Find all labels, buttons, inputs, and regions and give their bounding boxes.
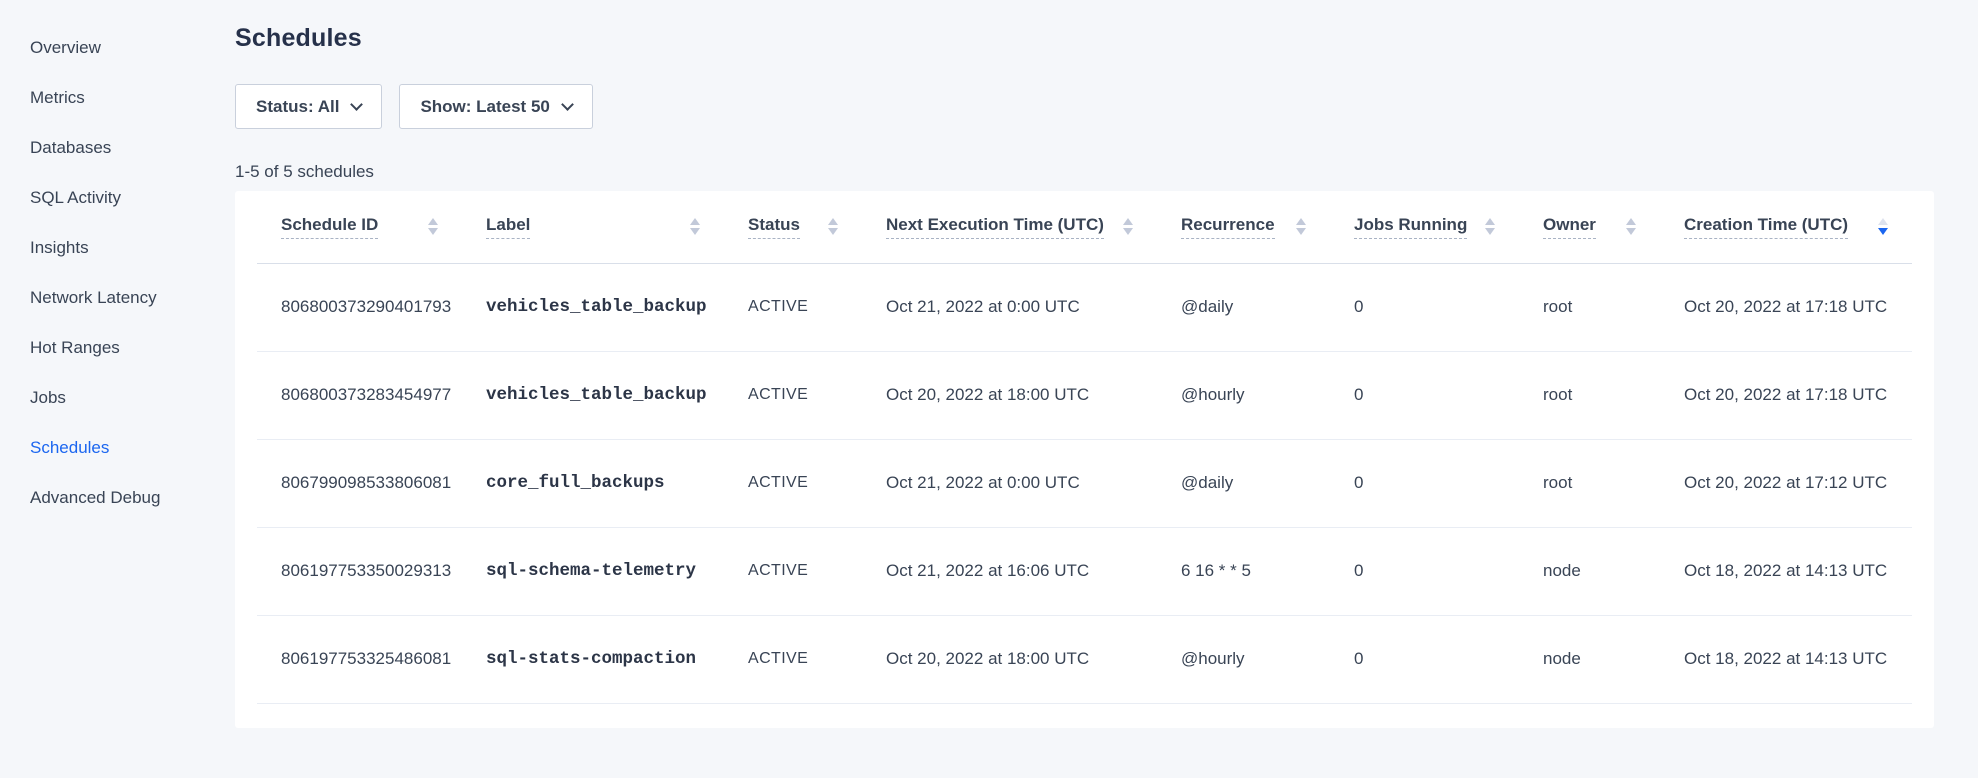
schedule-id-cell: 806197753325486081: [257, 615, 462, 703]
next-execution-cell: Oct 20, 2022 at 18:00 UTC: [862, 615, 1157, 703]
status-cell: ACTIVE: [724, 439, 862, 527]
show-filter-dropdown[interactable]: Show: Latest 50: [399, 84, 592, 129]
creation-time-cell: Oct 18, 2022 at 14:13 UTC: [1660, 527, 1912, 615]
next-execution-cell: Oct 21, 2022 at 16:06 UTC: [862, 527, 1157, 615]
owner-cell: root: [1519, 351, 1660, 439]
creation-time-cell: Oct 20, 2022 at 17:18 UTC: [1660, 263, 1912, 351]
sort-icon[interactable]: [1870, 218, 1888, 235]
column-header-status[interactable]: Status: [748, 215, 838, 239]
sidebar-item-advanced-debug[interactable]: Advanced Debug: [30, 473, 235, 523]
schedule-id-cell: 806197753350029313: [257, 527, 462, 615]
column-header-owner[interactable]: Owner: [1543, 215, 1636, 239]
owner-cell: root: [1519, 263, 1660, 351]
sort-icon[interactable]: [682, 218, 700, 235]
schedule-id-cell: 806799098533806081: [257, 439, 462, 527]
sidebar-item-overview[interactable]: Overview: [30, 23, 235, 73]
schedule-label-cell: sql-stats-compaction: [462, 615, 724, 703]
sidebar-item-hot-ranges[interactable]: Hot Ranges: [30, 323, 235, 373]
sidebar-item-insights[interactable]: Insights: [30, 223, 235, 273]
table-row: 806197753325486081 sql-stats-compaction …: [257, 615, 1912, 703]
recurrence-cell: @hourly: [1157, 615, 1330, 703]
main-content: Schedules Status: All Show: Latest 50 1-…: [235, 0, 1978, 778]
column-header-creation-time[interactable]: Creation Time (UTC): [1684, 215, 1888, 239]
creation-time-cell: Oct 18, 2022 at 14:13 UTC: [1660, 615, 1912, 703]
creation-time-cell: Oct 20, 2022 at 17:12 UTC: [1660, 439, 1912, 527]
recurrence-cell: 6 16 * * 5: [1157, 527, 1330, 615]
status-cell: ACTIVE: [724, 263, 862, 351]
sort-icon[interactable]: [1288, 218, 1306, 235]
recurrence-cell: @hourly: [1157, 351, 1330, 439]
status-cell: ACTIVE: [724, 615, 862, 703]
recurrence-cell: @daily: [1157, 263, 1330, 351]
schedule-label-cell: core_full_backups: [462, 439, 724, 527]
jobs-running-cell: 0: [1330, 439, 1519, 527]
status-filter-dropdown[interactable]: Status: All: [235, 84, 382, 129]
column-header-label[interactable]: Label: [486, 215, 700, 239]
jobs-running-cell: 0: [1330, 351, 1519, 439]
column-header-next-execution[interactable]: Next Execution Time (UTC): [886, 215, 1133, 239]
owner-cell: root: [1519, 439, 1660, 527]
owner-cell: node: [1519, 615, 1660, 703]
sidebar-item-jobs[interactable]: Jobs: [30, 373, 235, 423]
filter-bar: Status: All Show: Latest 50: [235, 84, 1934, 129]
show-filter-label: Show: Latest 50: [420, 97, 549, 117]
recurrence-cell: @daily: [1157, 439, 1330, 527]
jobs-running-cell: 0: [1330, 527, 1519, 615]
column-header-jobs-running[interactable]: Jobs Running: [1354, 215, 1495, 239]
next-execution-cell: Oct 20, 2022 at 18:00 UTC: [862, 351, 1157, 439]
next-execution-cell: Oct 21, 2022 at 0:00 UTC: [862, 439, 1157, 527]
creation-time-cell: Oct 20, 2022 at 17:18 UTC: [1660, 351, 1912, 439]
status-filter-label: Status: All: [256, 97, 339, 117]
sidebar-item-metrics[interactable]: Metrics: [30, 73, 235, 123]
jobs-running-cell: 0: [1330, 263, 1519, 351]
sort-icon[interactable]: [1618, 218, 1636, 235]
sort-icon[interactable]: [1115, 218, 1133, 235]
page: Overview Metrics Databases SQL Activity …: [0, 0, 1978, 778]
chevron-down-icon: [351, 98, 364, 111]
sort-icon[interactable]: [1477, 218, 1495, 235]
table-row: 806800373283454977 vehicles_table_backup…: [257, 351, 1912, 439]
next-execution-cell: Oct 21, 2022 at 0:00 UTC: [862, 263, 1157, 351]
table-header-row: Schedule ID Label Status Next Execution …: [257, 191, 1912, 263]
schedule-label-cell: vehicles_table_backup: [462, 263, 724, 351]
column-header-recurrence[interactable]: Recurrence: [1181, 215, 1306, 239]
jobs-running-cell: 0: [1330, 615, 1519, 703]
table-row: 806799098533806081 core_full_backups ACT…: [257, 439, 1912, 527]
sidebar-item-network-latency[interactable]: Network Latency: [30, 273, 235, 323]
status-cell: ACTIVE: [724, 527, 862, 615]
schedule-label-cell: vehicles_table_backup: [462, 351, 724, 439]
schedule-label-cell: sql-schema-telemetry: [462, 527, 724, 615]
sort-icon[interactable]: [420, 218, 438, 235]
owner-cell: node: [1519, 527, 1660, 615]
sidebar-item-sql-activity[interactable]: SQL Activity: [30, 173, 235, 223]
schedules-table-card: Schedule ID Label Status Next Execution …: [235, 191, 1934, 728]
status-cell: ACTIVE: [724, 351, 862, 439]
sort-icon[interactable]: [820, 218, 838, 235]
sidebar-item-databases[interactable]: Databases: [30, 123, 235, 173]
schedule-id-cell: 806800373290401793: [257, 263, 462, 351]
sidebar-nav: Overview Metrics Databases SQL Activity …: [0, 0, 235, 778]
column-header-schedule-id[interactable]: Schedule ID: [281, 215, 438, 239]
chevron-down-icon: [561, 98, 574, 111]
table-row: 806800373290401793 vehicles_table_backup…: [257, 263, 1912, 351]
table-row: 806197753350029313 sql-schema-telemetry …: [257, 527, 1912, 615]
schedule-id-cell: 806800373283454977: [257, 351, 462, 439]
schedules-table: Schedule ID Label Status Next Execution …: [257, 191, 1912, 704]
results-count: 1-5 of 5 schedules: [235, 162, 1934, 182]
sidebar-item-schedules[interactable]: Schedules: [30, 423, 235, 473]
page-title: Schedules: [235, 24, 1934, 53]
